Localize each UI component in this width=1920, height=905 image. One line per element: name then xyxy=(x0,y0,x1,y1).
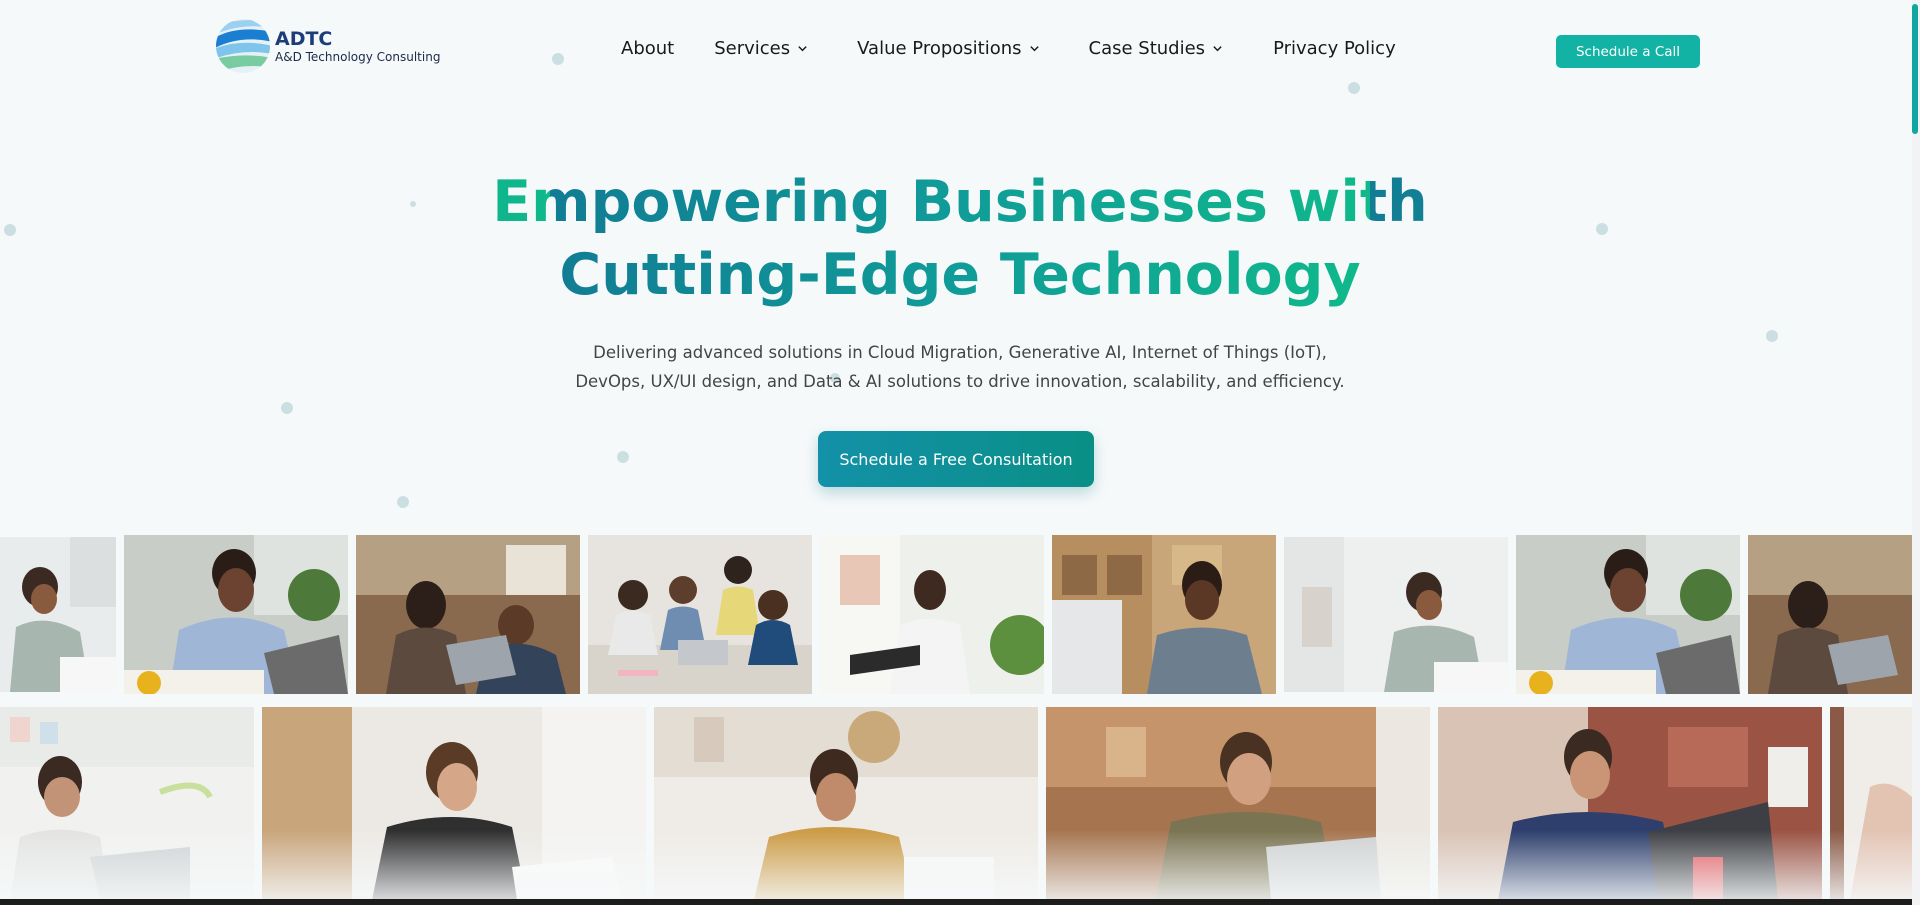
decorative-dot xyxy=(1348,82,1360,94)
scrollbar-thumb[interactable] xyxy=(1912,4,1918,134)
hero-title-line-1: Empowering Businesses with xyxy=(492,169,1428,235)
nav-services[interactable]: Services xyxy=(714,38,808,59)
hero-subtitle: Delivering advanced solutions in Cloud M… xyxy=(0,338,1920,396)
main-nav: About Services Value Propositions Case S… xyxy=(621,38,1396,59)
site-header: ADTC A&D Technology Consulting About Ser… xyxy=(0,0,1920,100)
decorative-dot xyxy=(617,451,629,463)
hero-subtitle-line-1: Delivering advanced solutions in Cloud M… xyxy=(593,343,1327,362)
brand-name: ADTC xyxy=(275,28,333,50)
photo-man-smiling-computer xyxy=(1052,535,1276,694)
chevron-down-icon xyxy=(798,46,807,52)
hero-title: Empowering Businesses with Cutting-Edge … xyxy=(0,166,1920,312)
nav-value-propositions[interactable]: Value Propositions xyxy=(857,38,1039,59)
photo-colleagues-laptop xyxy=(1748,535,1912,694)
globe-logo-icon xyxy=(216,19,270,73)
logo[interactable]: ADTC A&D Technology Consulting xyxy=(215,18,440,74)
photo-colleagues-laptop xyxy=(356,535,580,694)
brand-tagline: A&D Technology Consulting xyxy=(275,50,441,64)
hero-title-line-2: Cutting-Edge Technology xyxy=(559,242,1361,308)
photo-woman-writing xyxy=(1284,537,1508,692)
schedule-consultation-button[interactable]: Schedule a Free Consultation xyxy=(818,431,1094,487)
photo-man-writing-laptop xyxy=(124,535,348,694)
schedule-call-button[interactable]: Schedule a Call xyxy=(1556,35,1700,68)
nav-value-propositions-label: Value Propositions xyxy=(857,38,1022,59)
bottom-edge-bar xyxy=(0,899,1920,905)
nav-case-studies-label: Case Studies xyxy=(1088,38,1206,59)
scrollbar-track[interactable] xyxy=(1912,0,1920,905)
nav-privacy-policy[interactable]: Privacy Policy xyxy=(1273,38,1396,59)
chevron-down-icon xyxy=(1029,46,1039,52)
hero-subtitle-line-2: DevOps, UX/UI design, and Data & AI solu… xyxy=(575,372,1345,391)
decorative-dot xyxy=(397,496,409,508)
nav-case-studies[interactable]: Case Studies xyxy=(1089,38,1224,59)
photo-team-meeting xyxy=(588,535,812,694)
photo-man-headphones-desk xyxy=(820,535,1044,694)
chevron-down-icon xyxy=(1213,46,1222,52)
decorative-dot xyxy=(552,53,564,65)
logo-text: ADTC A&D Technology Consulting xyxy=(275,28,440,64)
photo-fade-overlay xyxy=(0,830,1920,900)
nav-services-label: Services xyxy=(714,38,791,59)
photo-man-writing-laptop xyxy=(1516,535,1740,694)
photo-woman-writing xyxy=(0,537,116,692)
nav-privacy-policy-label: Privacy Policy xyxy=(1273,38,1396,59)
nav-about[interactable]: About xyxy=(621,38,674,59)
nav-about-label: About xyxy=(621,38,675,59)
decorative-dot xyxy=(281,402,293,414)
